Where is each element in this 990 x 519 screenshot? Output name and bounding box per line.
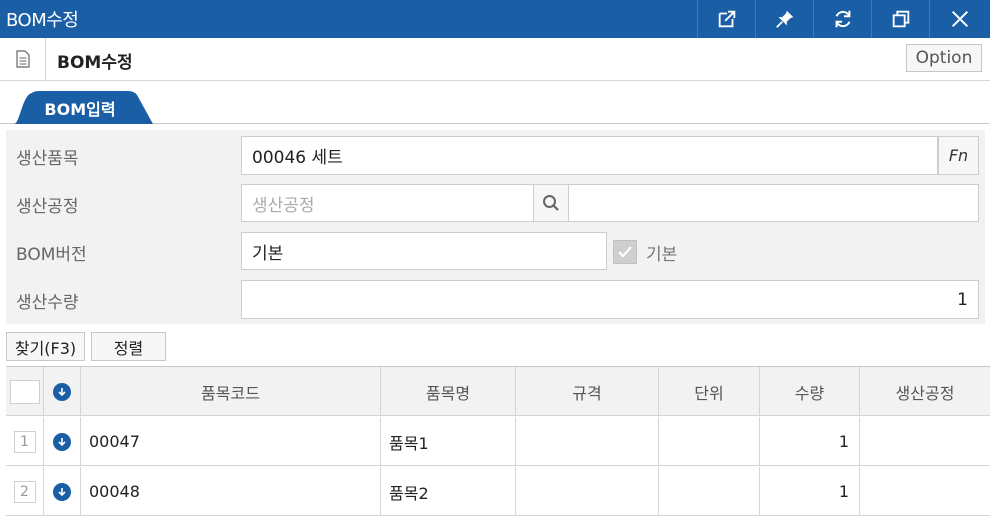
option-button[interactable]: Option: [906, 44, 982, 72]
default-version-checkbox[interactable]: [613, 240, 637, 264]
pin-icon: [775, 10, 793, 28]
col-header-process[interactable]: 생산공정: [860, 367, 990, 416]
row-number-cell: 2: [6, 467, 44, 516]
row-expand-cell[interactable]: [44, 417, 81, 466]
refresh-button[interactable]: [813, 0, 871, 38]
bom-grid: 품목코드 품목명 규격 단위 수량 생산공정 1 00047 품목1 1 2 0…: [6, 366, 990, 519]
tab-bom-input[interactable]: BOM입력: [14, 91, 154, 124]
refresh-icon: [835, 10, 850, 28]
grid-header-row: 품목코드 품목명 규격 단위 수량 생산공정: [6, 367, 990, 416]
process-label: 생산공정: [16, 197, 79, 217]
arrow-down-icon: [53, 482, 71, 501]
quantity-field[interactable]: 1: [241, 280, 979, 319]
version-field[interactable]: 기본: [241, 232, 607, 270]
close-icon: [951, 10, 969, 28]
expand-all-cell[interactable]: [44, 367, 81, 416]
item-process-cell[interactable]: [860, 417, 990, 466]
select-all-checkbox[interactable]: [9, 379, 40, 404]
row-number-cell: 1: [6, 417, 44, 466]
item-code-cell[interactable]: 00048: [81, 467, 381, 516]
table-row[interactable]: 1 00047 품목1 1: [6, 417, 990, 466]
close-button[interactable]: [929, 0, 990, 38]
default-version-label: 기본: [646, 245, 678, 265]
item-name-cell[interactable]: 품목2: [381, 467, 516, 516]
process-name-field[interactable]: [568, 184, 979, 222]
item-process-cell[interactable]: [860, 467, 990, 516]
product-label: 생산품목: [16, 149, 79, 169]
item-spec-cell[interactable]: [516, 417, 659, 466]
popout-button[interactable]: [697, 0, 755, 38]
col-header-name[interactable]: 품목명: [381, 367, 516, 416]
item-unit-cell[interactable]: [659, 467, 760, 516]
search-icon: [543, 195, 559, 211]
product-value: 00046 세트: [252, 148, 343, 168]
item-spec-cell[interactable]: [516, 467, 659, 516]
arrow-down-icon: [53, 432, 71, 451]
quantity-value: 1: [957, 289, 968, 310]
check-icon: [618, 246, 632, 258]
tab-strip: BOM입력: [0, 81, 990, 124]
table-row[interactable]: 2 00048 품목2 1: [6, 467, 990, 516]
restore-icon: [892, 10, 909, 28]
quantity-label: 생산수량: [16, 293, 79, 313]
version-label: BOM버전: [16, 245, 87, 265]
row-number: 2: [13, 480, 36, 503]
item-code-cell[interactable]: 00047: [81, 417, 381, 466]
find-button[interactable]: 찾기(F3): [6, 332, 85, 361]
page-title: BOM수정: [57, 53, 133, 73]
pin-button[interactable]: [755, 0, 813, 38]
product-field[interactable]: 00046 세트: [241, 136, 938, 175]
version-value: 기본: [252, 243, 284, 264]
document-icon: [0, 38, 46, 80]
item-unit-cell[interactable]: [659, 417, 760, 466]
col-header-code[interactable]: 품목코드: [81, 367, 381, 416]
process-input[interactable]: 생산공정: [241, 184, 534, 222]
select-all-cell: [6, 367, 44, 416]
process-search-button[interactable]: [533, 184, 569, 222]
item-qty-cell[interactable]: 1: [760, 467, 860, 516]
arrow-down-icon: [53, 382, 71, 401]
bom-form: 생산품목 00046 세트 Fn 생산공정 생산공정 BOM버전 기본 기본 생…: [6, 130, 985, 324]
tab-label: BOM입력: [44, 100, 116, 119]
sort-button[interactable]: 정렬: [91, 332, 166, 361]
title-bar: BOM수정: [0, 0, 990, 38]
row-number: 1: [13, 430, 36, 453]
col-header-unit[interactable]: 단위: [659, 367, 760, 416]
window-title: BOM수정: [6, 10, 79, 31]
fn-button[interactable]: Fn: [938, 136, 979, 175]
page-header: BOM수정 Option: [0, 38, 990, 81]
item-name-cell[interactable]: 품목1: [381, 417, 516, 466]
col-header-qty[interactable]: 수량: [760, 367, 860, 416]
restore-button[interactable]: [871, 0, 929, 38]
popout-icon: [718, 10, 735, 28]
col-header-spec[interactable]: 규격: [516, 367, 659, 416]
item-qty-cell[interactable]: 1: [760, 417, 860, 466]
row-expand-cell[interactable]: [44, 467, 81, 516]
process-placeholder: 생산공정: [252, 195, 315, 216]
